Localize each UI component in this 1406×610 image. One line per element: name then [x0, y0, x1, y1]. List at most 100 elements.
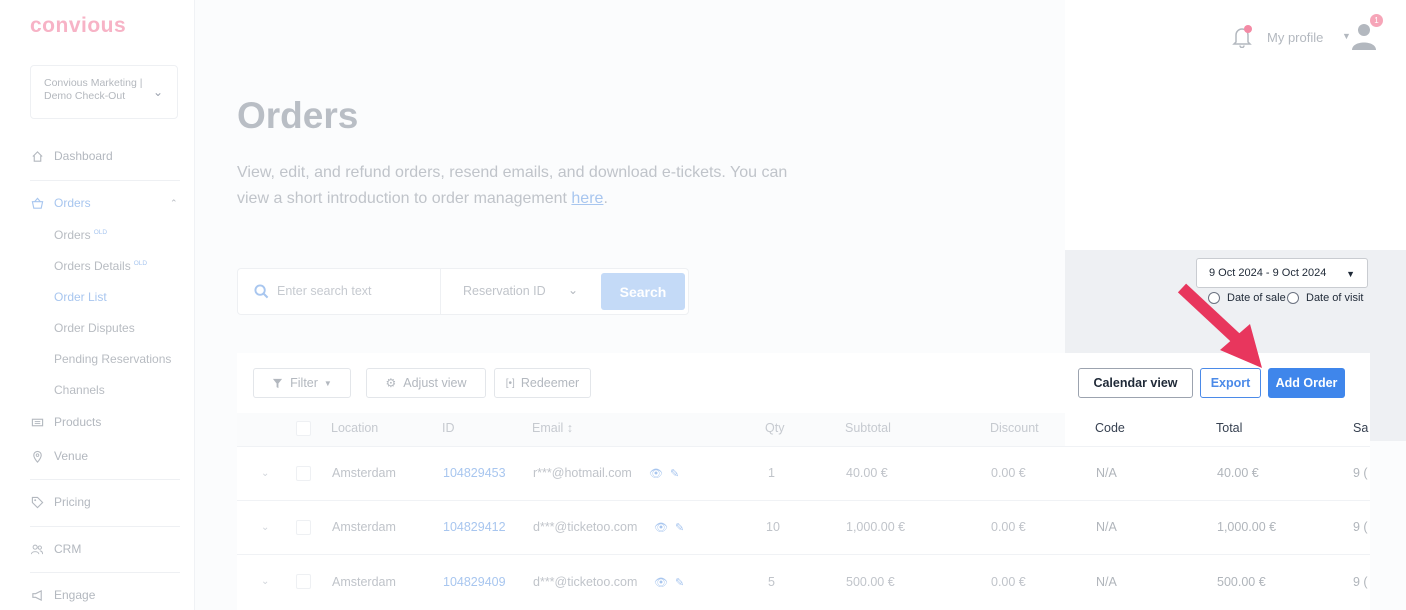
adjust-view-button[interactable]: ⚙ Adjust view	[366, 368, 486, 398]
cell-discount: 0.00 €	[991, 575, 1026, 589]
filter-button[interactable]: Filter ▼	[253, 368, 351, 398]
pointer-arrow-icon	[1177, 283, 1262, 368]
radio-button[interactable]	[1287, 292, 1299, 304]
sidebar-item-label: Engage	[54, 588, 96, 602]
eye-icon[interactable]: 👁	[654, 521, 668, 534]
date-range-value: 9 Oct 2024 - 9 Oct 2024	[1209, 267, 1327, 279]
chevron-down-icon[interactable]: ⌄	[261, 522, 269, 533]
add-order-button[interactable]: Add Order	[1268, 368, 1345, 398]
column-header-total[interactable]: Total	[1216, 421, 1242, 435]
notification-dot	[1244, 25, 1252, 33]
chevron-down-icon[interactable]: ⌄	[261, 468, 269, 479]
cell-code: N/A	[1096, 520, 1117, 534]
row-divider	[237, 500, 1370, 501]
sidebar-subitem-order-disputes[interactable]: Order Disputes	[54, 321, 135, 335]
tag-icon	[30, 495, 44, 509]
sidebar-item-crm[interactable]: CRM	[30, 542, 81, 556]
column-header-id[interactable]: ID	[442, 421, 455, 435]
row-checkbox[interactable]	[296, 574, 311, 589]
location-pin-icon	[30, 449, 44, 463]
caret-down-icon: ▼	[1346, 269, 1355, 279]
row-checkbox[interactable]	[296, 520, 311, 535]
description-text: View, edit, and refund orders, resend em…	[237, 164, 788, 207]
chevron-down-icon[interactable]: ⌄	[261, 576, 269, 587]
search-button[interactable]: Search	[601, 273, 685, 310]
home-icon	[30, 149, 44, 163]
adjust-view-label: Adjust view	[403, 376, 467, 390]
pencil-icon[interactable]: ✎	[670, 467, 679, 480]
eye-icon[interactable]: 👁	[654, 576, 668, 589]
column-header-code[interactable]: Code	[1095, 421, 1125, 435]
sidebar-item-venue[interactable]: Venue	[30, 449, 88, 463]
sidebar-subitem-orders-details[interactable]: Orders Details OLD	[54, 259, 147, 273]
cell-total: 40.00 €	[1217, 466, 1259, 480]
row-checkbox[interactable]	[296, 466, 311, 481]
my-profile-link[interactable]: My profile	[1267, 30, 1323, 45]
caret-down-icon[interactable]: ▼	[1342, 31, 1351, 41]
gear-icon: ⚙	[385, 376, 397, 390]
column-header-subtotal[interactable]: Subtotal	[845, 421, 891, 435]
cell-sale-date: 9 (	[1353, 520, 1368, 534]
column-header-email[interactable]: Email ↕	[532, 421, 573, 435]
cell-qty: 5	[768, 575, 775, 589]
cell-total: 500.00 €	[1217, 575, 1266, 589]
sidebar-item-dashboard[interactable]: Dashboard	[30, 149, 113, 163]
divider	[30, 180, 180, 181]
chevron-up-icon[interactable]: ⌃	[170, 198, 178, 209]
radio-date-of-visit[interactable]: Date of visit	[1287, 292, 1363, 304]
cell-email: r***@hotmail.com	[533, 466, 632, 480]
sidebar: convious Convious Marketing | Demo Check…	[0, 0, 195, 610]
pencil-icon[interactable]: ✎	[675, 576, 684, 589]
sidebar-item-label: Venue	[54, 449, 89, 463]
cell-sale-date: 9 (	[1353, 466, 1368, 480]
row-divider	[237, 446, 1370, 447]
users-icon	[30, 542, 44, 556]
row-divider	[237, 554, 1370, 555]
search-input[interactable]	[277, 284, 427, 298]
column-header-qty[interactable]: Qty	[765, 421, 784, 435]
cell-code: N/A	[1096, 466, 1117, 480]
ticket-icon	[30, 415, 44, 429]
cell-order-id[interactable]: 104829453	[443, 466, 506, 480]
sidebar-subitem-label: Orders Details	[54, 259, 131, 273]
sidebar-item-label: Dashboard	[54, 149, 113, 163]
sidebar-subitem-orders-old[interactable]: Orders OLD	[54, 228, 107, 242]
old-badge: OLD	[93, 229, 108, 236]
sidebar-item-orders[interactable]: Orders	[30, 196, 91, 210]
select-all-checkbox[interactable]	[296, 421, 311, 436]
cell-discount: 0.00 €	[991, 520, 1026, 534]
chevron-down-icon[interactable]: ⌄	[568, 283, 578, 297]
sidebar-subitem-channels[interactable]: Channels	[54, 383, 105, 397]
sidebar-subitem-order-list[interactable]: Order List	[54, 290, 107, 304]
caret-down-icon: ▼	[323, 378, 332, 388]
cell-subtotal: 40.00 €	[846, 466, 888, 480]
filter-icon	[273, 378, 283, 388]
cell-discount: 0.00 €	[991, 466, 1026, 480]
filter-label: Filter	[290, 376, 318, 390]
redeemer-label: Redeemer	[520, 376, 580, 390]
account-selector[interactable]: Convious Marketing | Demo Check-Out ⌄	[30, 65, 178, 119]
sidebar-subitem-pending-reservations[interactable]: Pending Reservations	[54, 352, 171, 366]
column-header-location[interactable]: Location	[331, 421, 378, 435]
old-badge: OLD	[133, 260, 148, 267]
page-title: Orders	[237, 95, 359, 136]
cell-order-id[interactable]: 104829412	[443, 520, 506, 534]
sidebar-item-label: Orders	[54, 196, 91, 210]
eye-icon[interactable]: 👁	[649, 467, 663, 480]
convious-logo[interactable]: convious	[30, 14, 126, 38]
pencil-icon[interactable]: ✎	[675, 521, 684, 534]
sidebar-item-products[interactable]: Products	[30, 415, 101, 429]
column-header-discount[interactable]: Discount	[990, 421, 1039, 435]
sidebar-item-pricing[interactable]: Pricing	[30, 495, 91, 509]
column-header-sale-date[interactable]: Sa	[1353, 421, 1368, 435]
cell-location: Amsterdam	[332, 520, 396, 534]
cell-total: 1,000.00 €	[1217, 520, 1277, 534]
sidebar-item-label: Products	[54, 415, 102, 429]
redeemer-button[interactable]: [•] Redeemer	[494, 368, 591, 398]
search-field-select[interactable]: Reservation ID	[463, 284, 546, 298]
description-end: .	[603, 190, 608, 207]
megaphone-icon	[30, 588, 44, 602]
here-link[interactable]: here	[571, 190, 603, 207]
cell-order-id[interactable]: 104829409	[443, 575, 506, 589]
sidebar-item-engage[interactable]: Engage	[30, 588, 95, 602]
